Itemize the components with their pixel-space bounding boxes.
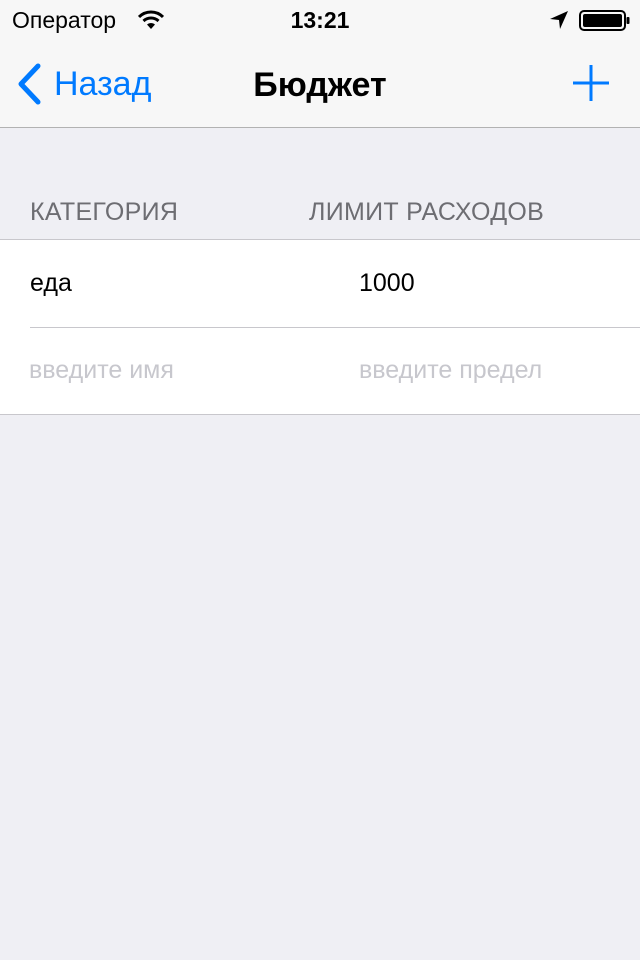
column-header-category: КАТЕГОРИЯ bbox=[30, 198, 179, 226]
table-row[interactable]: еда 1000 bbox=[0, 240, 640, 328]
page-title: Бюджет bbox=[253, 66, 387, 104]
spending-limit-input[interactable] bbox=[359, 346, 619, 394]
spending-limit-cell: 1000 bbox=[359, 269, 415, 297]
new-entry-row bbox=[0, 328, 640, 415]
category-name-cell: еда bbox=[30, 269, 72, 297]
navigation-bar: Назад Бюджет bbox=[0, 40, 640, 128]
budget-screen: Оператор 13:21 Назад Бюджет КАТЕГОРИЯ ЛИ… bbox=[0, 0, 640, 960]
top-bar: Оператор 13:21 Назад Бюджет bbox=[0, 0, 640, 128]
status-time: 13:21 bbox=[290, 7, 350, 33]
column-header-limit: ЛИМИТ РАСХОДОВ bbox=[309, 198, 545, 226]
status-bar: Оператор 13:21 bbox=[0, 0, 640, 40]
add-button[interactable] bbox=[570, 62, 612, 104]
battery-icon bbox=[579, 10, 630, 31]
plus-icon bbox=[573, 65, 609, 101]
location-arrow-icon bbox=[550, 11, 568, 29]
budget-table: еда 1000 bbox=[0, 239, 640, 415]
category-name-input[interactable] bbox=[29, 346, 329, 394]
